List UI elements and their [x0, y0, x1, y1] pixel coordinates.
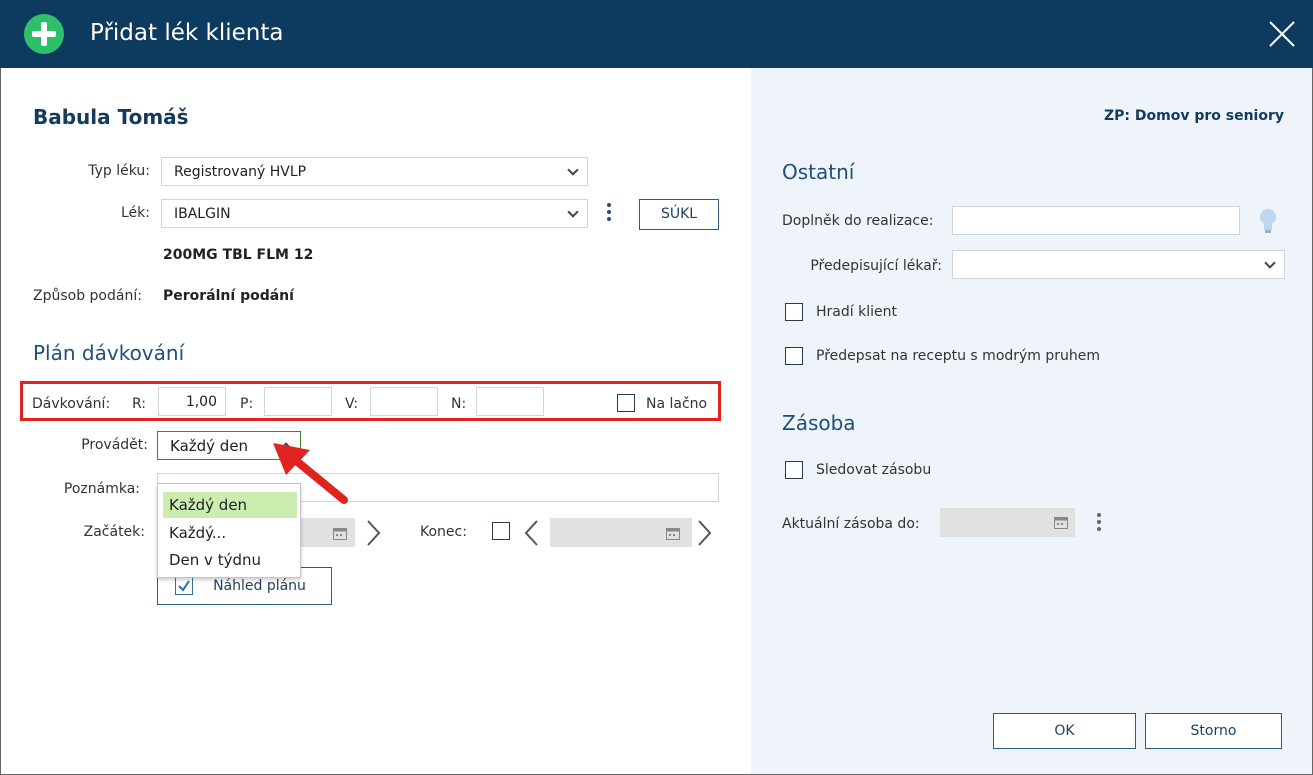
doplnek-input[interactable]	[952, 206, 1240, 235]
zasoba-heading: Zásoba	[782, 411, 856, 435]
zp-label: ZP: Domov pro seniory	[1104, 108, 1284, 124]
checkmark-icon	[178, 580, 190, 592]
aktualni-zasoba-label: Aktuální zásoba do:	[782, 516, 920, 532]
lek-label: Lék:	[121, 205, 150, 221]
plan-heading: Plán dávkování	[33, 341, 185, 365]
ostatni-heading: Ostatní	[782, 160, 855, 184]
konec-label: Konec:	[420, 524, 467, 540]
v-input[interactable]	[370, 387, 438, 416]
kebab-menu-icon[interactable]	[606, 203, 612, 225]
chevron-down-icon	[1264, 257, 1276, 269]
konec-checkbox[interactable]	[492, 522, 510, 540]
v-label: V:	[345, 396, 359, 412]
chevron-left-icon[interactable]	[524, 519, 540, 547]
typ-leku-label: Typ léku:	[88, 163, 150, 179]
chevron-down-icon	[567, 164, 579, 176]
lekar-label: Předepisující lékař:	[810, 258, 942, 274]
provadet-value: Každý den	[170, 437, 249, 455]
dropdown-option-kazdy[interactable]: Každý...	[163, 520, 297, 546]
davkovani-label: Dávkování:	[32, 396, 111, 412]
close-icon[interactable]	[1268, 20, 1296, 48]
zpusob-value: Perorální podání	[163, 288, 294, 304]
r-label: R:	[132, 396, 147, 412]
lightbulb-icon[interactable]	[1258, 207, 1278, 235]
nahled-planu-label: Náhled plánu	[213, 578, 306, 594]
chevron-right-icon[interactable]	[365, 519, 381, 547]
calendar-icon[interactable]	[1054, 516, 1068, 529]
nahled-checkbox[interactable]	[175, 577, 193, 595]
add-icon	[24, 14, 64, 54]
calendar-icon[interactable]	[333, 527, 347, 540]
pointer-arrow-icon	[273, 443, 348, 504]
hradi-klient-checkbox[interactable]	[785, 303, 803, 321]
sledovat-zasobu-label: Sledovat zásobu	[816, 462, 932, 478]
hradi-klient-label: Hradí klient	[816, 304, 897, 320]
lek-value: IBALGIN	[174, 206, 231, 222]
predepsat-checkbox[interactable]	[785, 347, 803, 365]
r-input[interactable]: 1,00	[158, 387, 226, 416]
storno-button[interactable]: Storno	[1145, 713, 1282, 749]
kebab-menu-icon[interactable]	[1096, 513, 1102, 535]
na-lacno-label: Na lačno	[646, 396, 708, 412]
chevron-right-icon[interactable]	[696, 519, 712, 547]
dialog-titlebar: Přidat lék klienta	[0, 0, 1313, 68]
predepsat-label: Předepsat na receptu s modrým pruhem	[816, 348, 1101, 364]
dialog-title: Přidat lék klienta	[90, 20, 284, 46]
calendar-icon[interactable]	[666, 527, 680, 540]
p-label: P:	[240, 396, 254, 412]
typ-leku-select[interactable]: Registrovaný HVLP	[161, 157, 588, 186]
doplnek-label: Doplněk do realizace:	[782, 213, 934, 229]
poznamka-label: Poznámka:	[63, 481, 140, 497]
zacatek-label: Začátek:	[83, 524, 145, 540]
n-input[interactable]	[476, 387, 544, 416]
ok-button[interactable]: OK	[993, 713, 1136, 749]
p-input[interactable]	[264, 387, 332, 416]
lekar-select[interactable]	[952, 250, 1285, 279]
client-name: Babula Tomáš	[33, 105, 189, 129]
typ-leku-value: Registrovaný HVLP	[174, 164, 307, 180]
lek-detail: 200MG TBL FLM 12	[163, 247, 314, 263]
provadet-label: Provádět:	[81, 437, 148, 453]
dropdown-option-den-v-tydnu[interactable]: Den v týdnu	[163, 547, 297, 573]
chevron-down-icon	[567, 206, 579, 218]
sledovat-zasobu-checkbox[interactable]	[785, 461, 803, 479]
n-label: N:	[451, 396, 467, 412]
zpusob-label: Způsob podání:	[33, 288, 142, 304]
lek-select[interactable]: IBALGIN	[161, 199, 588, 228]
na-lacno-checkbox[interactable]	[617, 394, 635, 412]
sukl-button[interactable]: SÚKL	[639, 199, 719, 230]
